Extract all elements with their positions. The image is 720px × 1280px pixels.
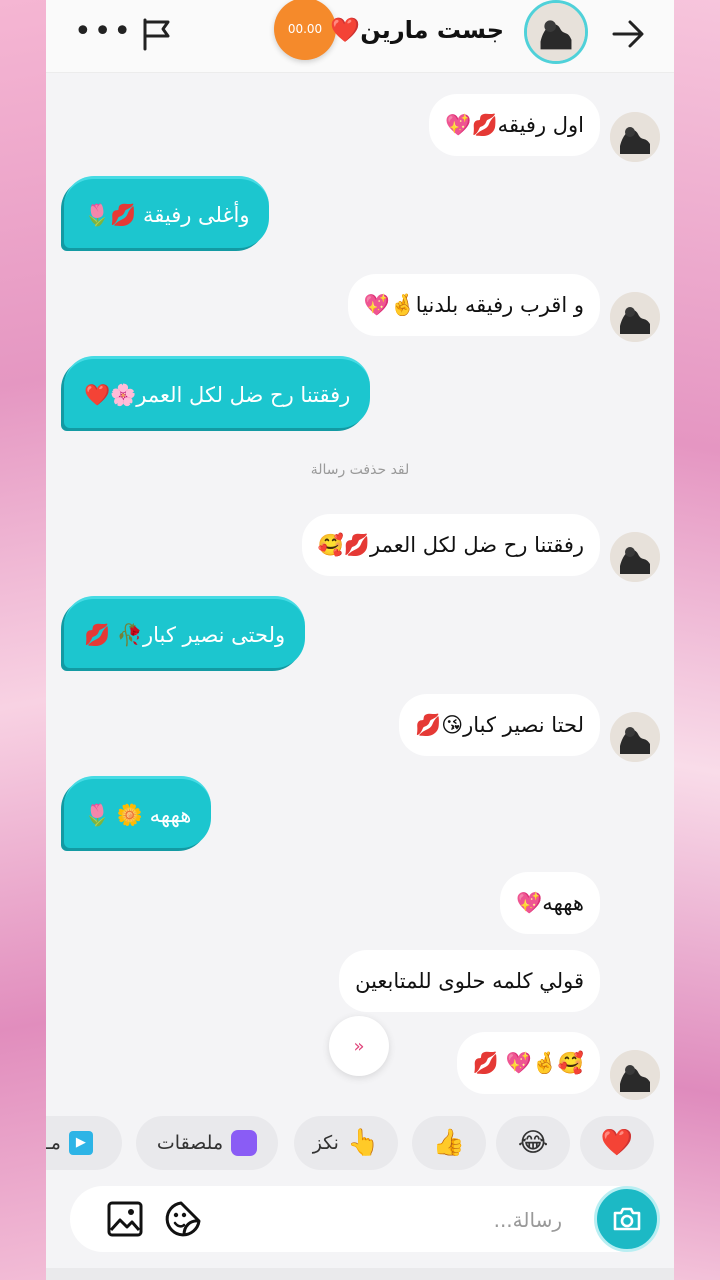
chat-screen: ••• 00.00 جست مارين❤️ اول رفيقه💋💖 وأغلى … — [46, 0, 674, 1280]
avatar[interactable] — [610, 292, 660, 342]
image-icon[interactable] — [106, 1200, 144, 1238]
camera-button[interactable] — [594, 1186, 660, 1252]
stickers-button[interactable]: ملصقات — [136, 1116, 278, 1170]
scroll-down-button[interactable]: » — [329, 1016, 389, 1076]
pointing-hand-icon: 👆 — [346, 1128, 380, 1158]
flag-icon[interactable] — [138, 16, 174, 52]
deleted-message-notice: لقد حذفت رسالة — [310, 462, 410, 478]
reaction-heart[interactable]: ❤️ — [580, 1116, 654, 1170]
contact-name[interactable]: جست مارين❤️ — [330, 16, 504, 44]
reaction-thumbs-up[interactable]: 👍 — [412, 1116, 486, 1170]
sticker-pack-icon — [231, 1130, 258, 1156]
laugh-icon: 😂 — [517, 1128, 549, 1158]
sticker-icon[interactable] — [164, 1200, 202, 1238]
chevron-double-down-icon: » — [353, 1035, 365, 1057]
avatar[interactable] — [610, 112, 660, 162]
media-label: مـ — [46, 1132, 61, 1154]
message-composer — [70, 1186, 660, 1252]
camera-icon — [613, 1207, 641, 1231]
heart-icon: ❤️ — [600, 1128, 634, 1158]
poke-label: نكز — [312, 1132, 339, 1154]
incoming-message[interactable]: اول رفيقه💋💖 — [429, 94, 600, 156]
reaction-laugh[interactable]: 😂 — [496, 1116, 570, 1170]
outgoing-message[interactable]: هههه 🌼 🌷 — [64, 776, 212, 848]
incoming-message[interactable]: قولي كلمه حلوى للمتابعين — [339, 950, 600, 1012]
incoming-message[interactable]: لحتا نصير كبار😘💋 — [399, 694, 600, 756]
avatar[interactable] — [610, 532, 660, 582]
voice-timer[interactable]: 00.00 — [274, 0, 336, 60]
outgoing-message[interactable]: وأغلى رفيقة 💋🌷 — [64, 176, 270, 248]
pink-background-right — [674, 0, 720, 1280]
more-icon[interactable]: ••• — [74, 17, 133, 47]
pink-background-left — [0, 0, 46, 1280]
poke-button[interactable]: 👆 نكز — [294, 1116, 398, 1170]
incoming-message[interactable]: رفقتنا رح ضل لكل العمر💋🥰 — [301, 514, 600, 576]
arrow-right-icon[interactable] — [608, 14, 648, 54]
incoming-message[interactable]: هههه💖 — [500, 872, 600, 934]
avatar[interactable] — [610, 1050, 660, 1100]
chat-header: ••• 00.00 جست مارين❤️ — [46, 0, 674, 73]
stickers-label: ملصقات — [156, 1132, 224, 1154]
incoming-message[interactable]: و اقرب رفيقه بلدنيا🤞💖 — [347, 274, 600, 336]
media-button[interactable]: ▶ مـ — [46, 1116, 122, 1170]
outgoing-message[interactable]: رفقتنا رح ضل لكل العمر🌸❤️ — [64, 356, 371, 428]
incoming-message[interactable]: 🥰🤞💖 💋 — [456, 1032, 600, 1094]
bottom-strip — [46, 1268, 674, 1280]
play-icon: ▶ — [68, 1131, 93, 1155]
avatar[interactable] — [610, 712, 660, 762]
contact-avatar[interactable] — [524, 0, 588, 64]
thumbs-up-icon: 👍 — [432, 1128, 466, 1158]
outgoing-message[interactable]: ولحتى نصير كبار🥀 💋 — [64, 596, 306, 668]
message-input[interactable] — [220, 1200, 564, 1240]
